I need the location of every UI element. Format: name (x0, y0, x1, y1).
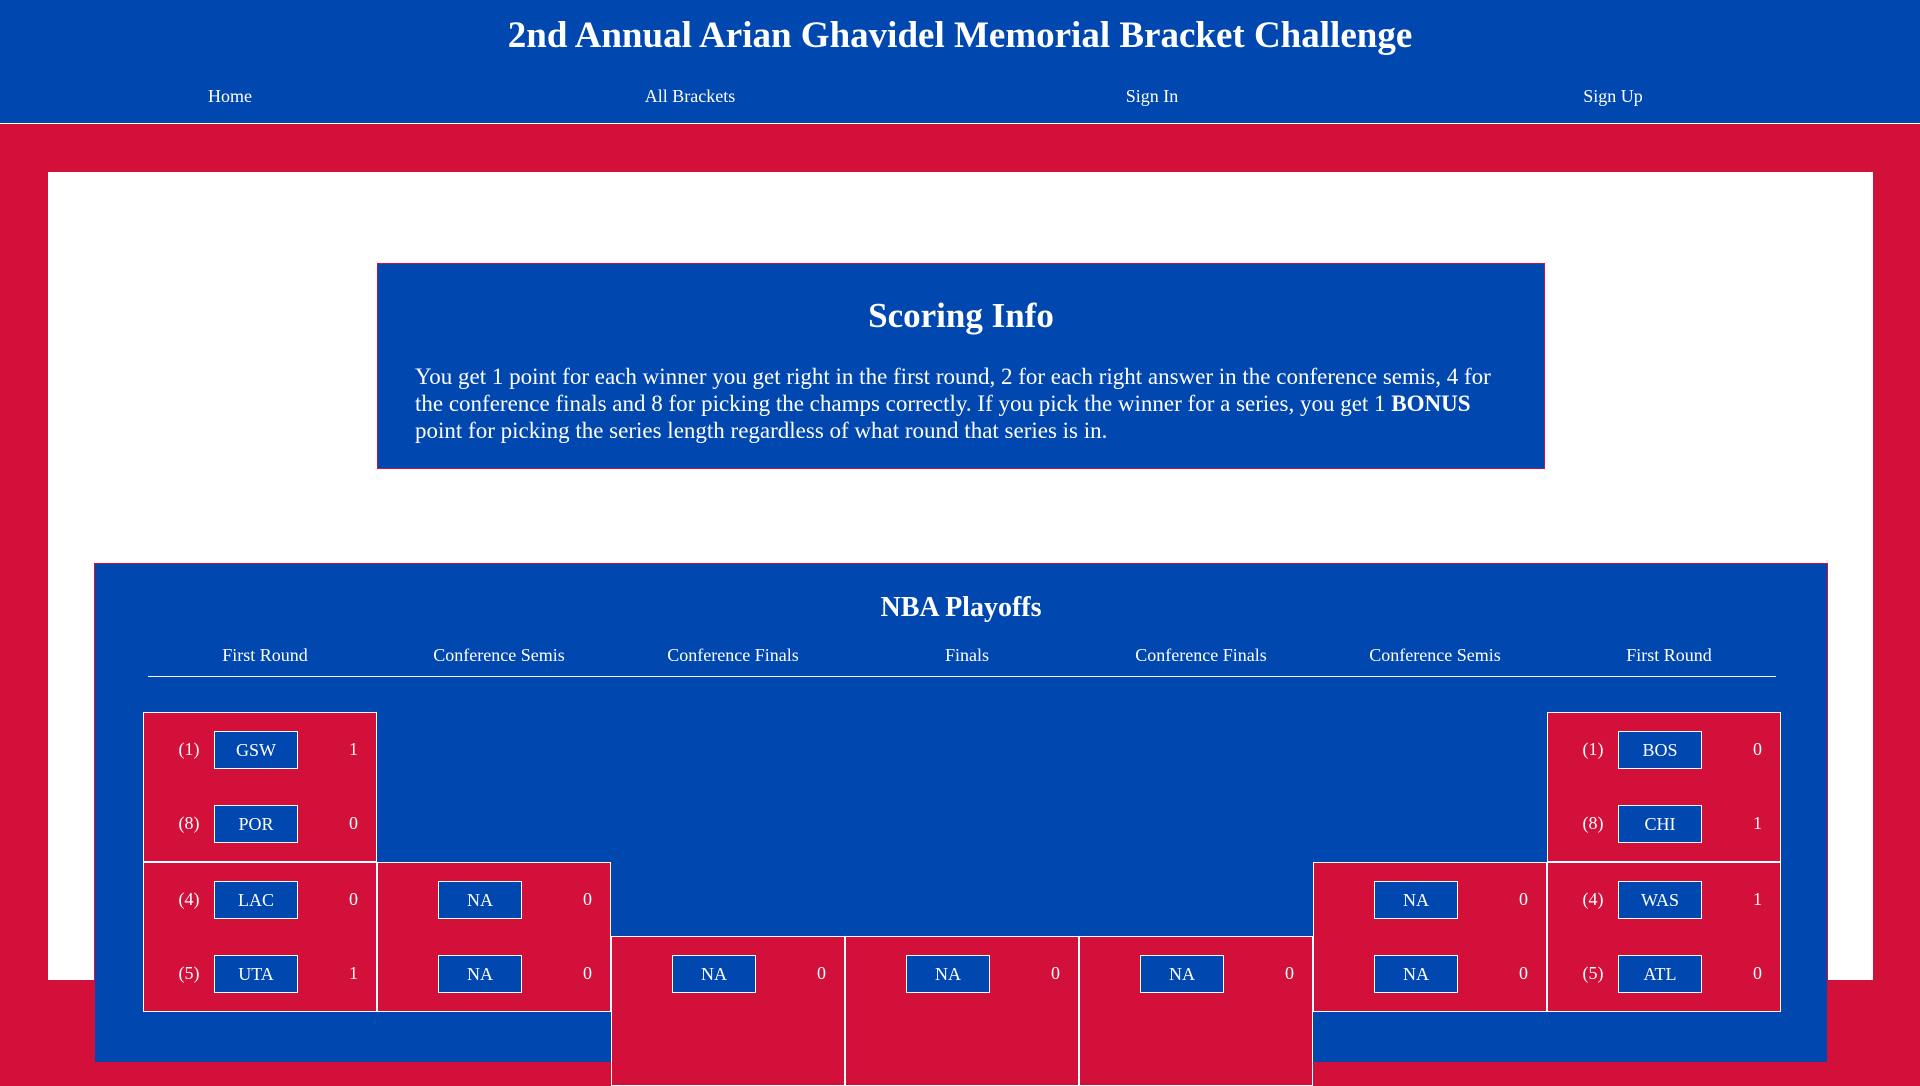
scoring-info-panel: Scoring Info You get 1 point for each wi… (377, 263, 1545, 469)
matchup-east-first-round-1: (1) BOS 0 (8) CHI 1 (1547, 712, 1781, 862)
series-score: 0 (817, 963, 826, 983)
team-pick-button[interactable]: NA (438, 955, 522, 993)
seed-label: (1) (178, 739, 200, 759)
scoring-text-start: You get 1 point for each winner you get … (415, 364, 1491, 416)
nav-home-link[interactable]: Home (0, 86, 460, 107)
series-score: 1 (1753, 889, 1762, 909)
series-score: 1 (349, 739, 358, 759)
seed-label: (1) (1582, 739, 1604, 759)
team-pick-button[interactable]: NA (672, 955, 756, 993)
matchup-west-conference-finals: NA 0 (611, 936, 845, 1086)
series-score: 0 (349, 813, 358, 833)
matchup-finals: NA 0 (845, 936, 1079, 1086)
team-row: NA 0 (1080, 955, 1312, 993)
team-pick-button[interactable]: LAC (214, 881, 298, 919)
matchup-west-first-round-1: (1) GSW 1 (8) POR 0 (143, 712, 377, 862)
team-row: (8) POR 0 (144, 805, 376, 843)
matchup-east-first-round-2: (4) WAS 1 (5) ATL 0 (1547, 862, 1781, 1012)
series-score: 0 (1519, 963, 1528, 983)
series-score: 0 (1051, 963, 1060, 983)
seed-label: (5) (1582, 963, 1604, 983)
site-title: 2nd Annual Arian Ghavidel Memorial Brack… (507, 15, 1413, 56)
seed-label: (4) (1582, 889, 1604, 909)
round-header-east-conference-semis: Conference Semis (1369, 645, 1501, 665)
seed-label: (5) (178, 963, 200, 983)
matchup-west-first-round-2: (4) LAC 0 (5) UTA 1 (143, 862, 377, 1012)
team-pick-button[interactable]: WAS (1618, 881, 1702, 919)
team-row: NA 0 (612, 955, 844, 993)
main-content: Scoring Info You get 1 point for each wi… (48, 172, 1873, 1086)
team-pick-button[interactable]: CHI (1618, 805, 1702, 843)
series-score: 0 (1519, 889, 1528, 909)
team-pick-button[interactable]: BOS (1618, 731, 1702, 769)
scoring-text-end: point for picking the series length rega… (415, 418, 1108, 443)
team-row: (5) ATL 0 (1548, 955, 1780, 993)
team-row: NA 0 (378, 881, 610, 919)
round-header-west-conference-finals: Conference Finals (667, 645, 799, 665)
series-score: 0 (583, 889, 592, 909)
series-score: 1 (349, 963, 358, 983)
team-pick-button[interactable]: ATL (1618, 955, 1702, 993)
seed-label: (8) (178, 813, 200, 833)
nav-all-brackets-link[interactable]: All Brackets (460, 86, 920, 107)
team-row: (8) CHI 1 (1548, 805, 1780, 843)
team-row: (5) UTA 1 (144, 955, 376, 993)
series-score: 1 (1753, 813, 1762, 833)
series-score: 0 (583, 963, 592, 983)
scoring-info-text: You get 1 point for each winner you get … (415, 363, 1507, 444)
scoring-bonus-label: BONUS (1391, 391, 1471, 416)
seed-label: (4) (178, 889, 200, 909)
scoring-info-heading: Scoring Info (868, 296, 1054, 335)
team-pick-button[interactable]: NA (906, 955, 990, 993)
site-header: 2nd Annual Arian Ghavidel Memorial Brack… (0, 0, 1920, 124)
round-header-finals: Finals (944, 645, 989, 665)
series-score: 0 (1285, 963, 1294, 983)
team-pick-button[interactable]: NA (1374, 881, 1458, 919)
nav-sign-in-link[interactable]: Sign In (922, 86, 1382, 107)
team-pick-button[interactable]: GSW (214, 731, 298, 769)
bracket-panel: NBA Playoffs First Round Conference Semi… (94, 563, 1828, 1086)
matchup-east-conference-semis-1: NA 0 NA 0 (1313, 862, 1547, 1012)
round-header-east-conference-finals: Conference Finals (1135, 645, 1267, 665)
team-row: NA 0 (1314, 881, 1546, 919)
team-pick-button[interactable]: UTA (214, 955, 298, 993)
team-pick-button[interactable]: NA (438, 881, 522, 919)
team-pick-button[interactable]: NA (1140, 955, 1224, 993)
team-row: (1) BOS 0 (1548, 731, 1780, 769)
series-score: 0 (349, 889, 358, 909)
round-headers: First Round Conference Semis Conference … (148, 645, 1776, 677)
matchup-west-conference-semis-1: NA 0 NA 0 (377, 862, 611, 1012)
nav-sign-up-link[interactable]: Sign Up (1383, 86, 1843, 107)
series-score: 0 (1753, 739, 1762, 759)
team-pick-button[interactable]: NA (1374, 955, 1458, 993)
matchup-east-conference-finals: NA 0 (1079, 936, 1313, 1086)
team-row: (4) WAS 1 (1548, 881, 1780, 919)
round-header-west-conference-semis: Conference Semis (433, 645, 565, 665)
round-header-east-first-round: First Round (1626, 645, 1712, 665)
round-header-west-first-round: First Round (222, 645, 308, 665)
team-row: (1) GSW 1 (144, 731, 376, 769)
seed-label: (8) (1582, 813, 1604, 833)
team-row: NA 0 (1314, 955, 1546, 993)
team-row: NA 0 (846, 955, 1078, 993)
team-pick-button[interactable]: POR (214, 805, 298, 843)
team-row: NA 0 (378, 955, 610, 993)
team-row: (4) LAC 0 (144, 881, 376, 919)
bracket-heading: NBA Playoffs (880, 592, 1042, 623)
series-score: 0 (1753, 963, 1762, 983)
